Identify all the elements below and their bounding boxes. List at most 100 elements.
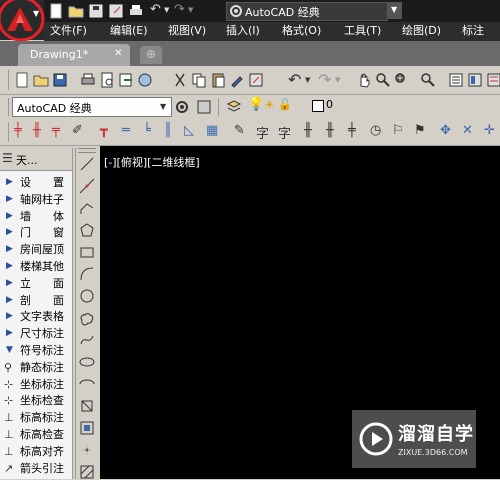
menu-file[interactable]: 文件(F)	[50, 22, 87, 40]
menu-draw[interactable]: 绘图(D)	[402, 22, 441, 40]
open-folder-icon[interactable]	[33, 72, 49, 88]
search-replace-icon[interactable]: ✥	[440, 123, 451, 138]
undo-dropdown-icon[interactable]: ▼	[164, 6, 169, 14]
open-folder-icon[interactable]	[68, 3, 84, 19]
side-panel-item[interactable]: ▶ 立 面	[0, 275, 70, 292]
redo-icon[interactable]: ↷	[174, 2, 185, 17]
publish-icon[interactable]	[118, 72, 134, 88]
print-icon[interactable]	[80, 72, 96, 88]
undo-icon[interactable]: ↶	[150, 2, 161, 17]
properties-icon[interactable]	[448, 72, 464, 88]
elevation-icon[interactable]: ⚐	[392, 123, 404, 138]
room-icon[interactable]: ◺	[184, 123, 194, 138]
door-icon[interactable]: ╘	[143, 123, 151, 138]
side-panel-item[interactable]: ↗ 箭头引注	[0, 460, 70, 477]
undo-icon[interactable]: ↶	[288, 70, 301, 89]
side-panel-item[interactable]: ▶ 房间屋顶	[0, 241, 70, 258]
side-panel-item[interactable]: ▼ 符号标注	[0, 342, 70, 359]
save-as-icon[interactable]	[108, 3, 124, 19]
dim-linear-icon[interactable]: ╫	[304, 123, 312, 138]
zoom-previous-icon[interactable]	[420, 72, 436, 88]
viewport-label[interactable]: [-][俯视][二维线框]	[104, 154, 200, 170]
column-icon[interactable]: ✐	[72, 123, 83, 138]
layer-properties-icon[interactable]	[226, 99, 242, 115]
single-text-icon[interactable]: 字	[256, 123, 269, 142]
spline-icon[interactable]	[79, 332, 95, 348]
redo-dropdown-icon[interactable]: ▼	[188, 6, 193, 14]
menu-dimension[interactable]: 标注	[462, 22, 484, 40]
save-icon[interactable]	[52, 72, 68, 88]
pan-icon[interactable]	[356, 72, 372, 88]
line-icon[interactable]	[79, 156, 95, 172]
move-icon[interactable]: ✛	[484, 123, 495, 138]
menu-format[interactable]: 格式(O)	[282, 22, 321, 40]
side-panel-item[interactable]: ▶ 墙 体	[0, 208, 70, 225]
tool-palettes-icon[interactable]	[486, 72, 500, 88]
side-panel-item[interactable]: ⊹ 坐标检查	[0, 392, 70, 409]
stair-icon[interactable]: ║	[164, 123, 172, 138]
workspace-settings-icon[interactable]	[174, 99, 190, 115]
block-editor-icon[interactable]	[248, 72, 264, 88]
side-panel-item[interactable]: ▶ 剖 面	[0, 292, 70, 309]
window-icon[interactable]: ═	[122, 123, 130, 138]
layer-combo[interactable]: 💡 ☀ 🔓 0	[246, 97, 366, 115]
wall-icon[interactable]: ┳	[100, 123, 108, 138]
make-block-icon[interactable]	[79, 420, 95, 436]
3d-dwf-icon[interactable]	[137, 72, 153, 88]
side-panel-item[interactable]: ▶ 门 窗	[0, 224, 70, 241]
new-tab-button[interactable]: ⊕	[140, 46, 162, 64]
print-preview-icon[interactable]	[99, 72, 115, 88]
coordinate-icon[interactable]: ⚑	[414, 123, 426, 138]
zoom-realtime-icon[interactable]	[375, 72, 391, 88]
text-style-icon[interactable]: ✎	[234, 123, 245, 138]
zoom-window-icon[interactable]	[394, 72, 410, 88]
dim-continuous-icon[interactable]: ╫	[326, 123, 334, 138]
axis-dim-icon[interactable]: ╫	[33, 123, 41, 138]
document-tab[interactable]: Drawing1* ✕	[18, 44, 130, 66]
object-edit-icon[interactable]: ✕	[462, 123, 473, 138]
point-icon[interactable]	[79, 442, 95, 458]
hatch-icon[interactable]	[79, 464, 95, 480]
paste-icon[interactable]	[210, 72, 226, 88]
ellipse-icon[interactable]	[79, 354, 95, 370]
rectangle-icon[interactable]	[79, 244, 95, 260]
new-file-icon[interactable]	[14, 72, 30, 88]
menu-tools[interactable]: 工具(T)	[344, 22, 381, 40]
redo-dropdown-icon[interactable]: ▼	[335, 76, 340, 84]
area-icon[interactable]: ▦	[206, 123, 218, 138]
workspace-combo[interactable]: AutoCAD 经典 ▼	[12, 97, 172, 117]
menu-edit[interactable]: 编辑(E)	[110, 22, 148, 40]
circle-icon[interactable]	[79, 288, 95, 304]
workspace-select[interactable]: AutoCAD 经典	[226, 2, 388, 21]
side-panel-item[interactable]: ⊥ 标高标注	[0, 409, 70, 426]
side-panel-item[interactable]: ▶ 文字表格	[0, 308, 70, 325]
side-panel-item[interactable]: ⊹ 坐标标注	[0, 376, 70, 393]
side-panel-item[interactable]: ⊥ 标高检查	[0, 426, 70, 443]
side-panel-item[interactable]: ▶ 楼梯其他	[0, 258, 70, 275]
design-center-icon[interactable]	[467, 72, 483, 88]
polyline-icon[interactable]	[79, 200, 95, 216]
axis-tag-icon[interactable]: ╤	[52, 123, 60, 138]
arc-icon[interactable]	[79, 266, 95, 282]
undo-dropdown-icon[interactable]: ▼	[305, 76, 310, 84]
axis-grid-icon[interactable]: ╪	[14, 123, 22, 138]
save-icon[interactable]	[88, 3, 104, 19]
workspace-dropdown-button[interactable]: ▼	[388, 2, 402, 19]
workspace-save-icon[interactable]	[196, 99, 212, 115]
side-panel-item[interactable]: ▶ 轴网柱子	[0, 191, 70, 208]
dim-angle-icon[interactable]: ◷	[370, 123, 381, 138]
dim-baseline-icon[interactable]: ╪	[348, 123, 356, 138]
side-panel-item[interactable]: ▶ 设 置	[0, 174, 70, 191]
multi-text-icon[interactable]: 字	[278, 123, 291, 142]
polygon-icon[interactable]	[79, 222, 95, 238]
side-panel-item[interactable]: ⊥ 标高对齐	[0, 443, 70, 460]
ellipse-arc-icon[interactable]	[79, 376, 95, 392]
side-panel-item[interactable]: ▶ 尺寸标注	[0, 325, 70, 342]
copy-icon[interactable]	[191, 72, 207, 88]
new-file-icon[interactable]	[48, 3, 64, 19]
menu-view[interactable]: 视图(V)	[168, 22, 206, 40]
side-panel-header[interactable]: ☰ 天...	[0, 148, 72, 171]
match-properties-icon[interactable]	[229, 72, 245, 88]
menu-insert[interactable]: 插入(I)	[226, 22, 260, 40]
close-icon[interactable]: ✕	[114, 48, 122, 59]
